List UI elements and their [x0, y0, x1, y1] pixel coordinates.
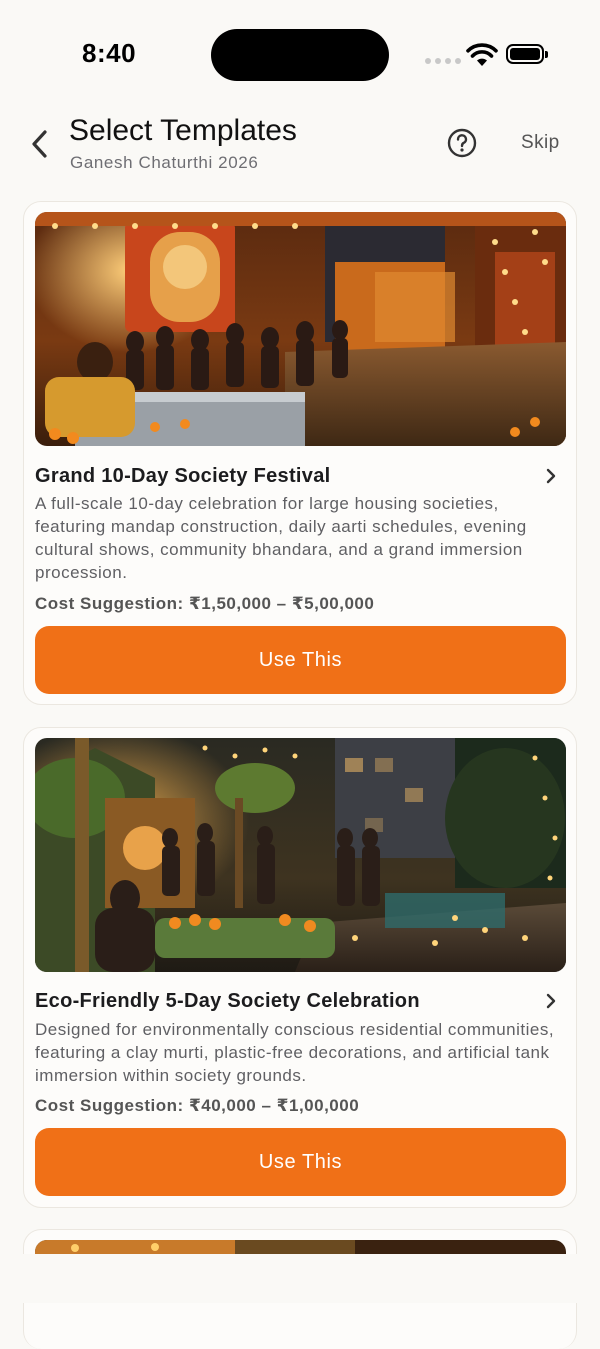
wifi-icon — [466, 43, 498, 66]
template-description: Designed for environmentally conscious r… — [35, 1020, 555, 1085]
dynamic-island — [211, 29, 389, 81]
help-icon[interactable] — [447, 128, 477, 158]
template-image-eco-friendly — [35, 738, 566, 972]
status-bar: 8:40 — [0, 0, 600, 100]
chevron-right-icon[interactable] — [544, 466, 558, 486]
template-card[interactable]: Eco-Friendly 5-Day Society Celebration D… — [23, 727, 577, 1208]
use-this-button[interactable]: Use This — [35, 1128, 566, 1196]
use-this-button[interactable]: Use This — [35, 626, 566, 694]
template-description: A full-scale 10-day celebration for larg… — [35, 494, 527, 582]
battery-icon — [506, 44, 548, 64]
template-title: Eco-Friendly 5-Day Society Celebration — [35, 990, 420, 1012]
cellular-signal-icon — [425, 58, 461, 64]
chevron-right-icon[interactable] — [544, 991, 558, 1011]
bottom-fade — [0, 1254, 600, 1303]
back-chevron-icon[interactable] — [28, 126, 52, 162]
template-title: Grand 10-Day Society Festival — [35, 465, 331, 487]
template-cost: Cost Suggestion: ₹1,50,000 – ₹5,00,000 — [35, 594, 375, 613]
template-image-society-festival — [35, 212, 566, 446]
status-time: 8:40 — [82, 38, 137, 68]
template-cost: Cost Suggestion: ₹40,000 – ₹1,00,000 — [35, 1096, 360, 1115]
template-card[interactable]: Grand 10-Day Society Festival A full-sca… — [23, 201, 577, 705]
page-title: Select Templates — [69, 114, 297, 147]
template-image-partial — [35, 1240, 566, 1254]
skip-button[interactable]: Skip — [521, 132, 560, 154]
page-subtitle: Ganesh Chaturthi 2026 — [70, 153, 259, 172]
